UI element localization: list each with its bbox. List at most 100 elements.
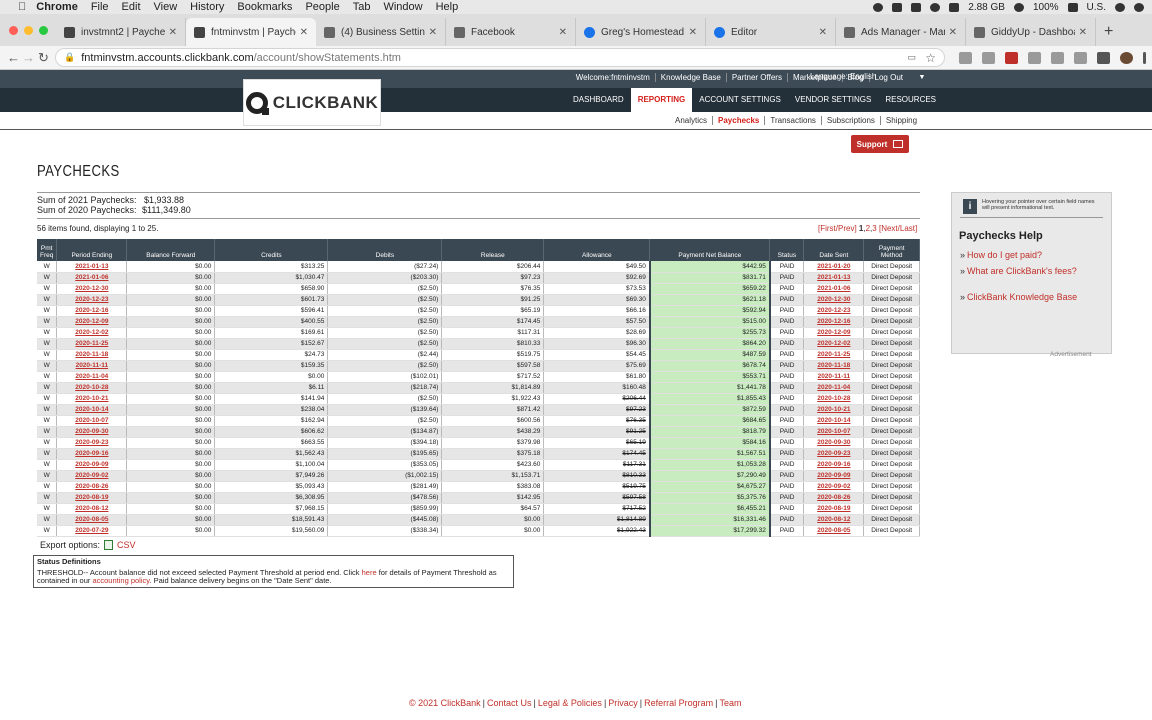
- cell-date-sent[interactable]: 2020-10-28: [803, 393, 865, 405]
- pager-next-last[interactable]: [Next/Last]: [879, 224, 917, 233]
- menu-help[interactable]: Help: [436, 1, 459, 13]
- spotlight-icon[interactable]: [1134, 2, 1144, 12]
- cell-period-ending[interactable]: 2021-01-13: [56, 261, 128, 273]
- cell-date-sent[interactable]: 2020-10-21: [803, 404, 865, 416]
- cell-date-sent[interactable]: 2020-12-23: [803, 305, 865, 317]
- menu-view[interactable]: View: [154, 1, 178, 13]
- pager-first-prev[interactable]: [First/Prev]: [818, 224, 857, 233]
- close-tab-icon[interactable]: ✕: [429, 27, 437, 38]
- cell-date-sent[interactable]: 2020-10-07: [803, 426, 865, 438]
- close-tab-icon[interactable]: ✕: [689, 27, 697, 38]
- browser-tab[interactable]: Greg's Homestead ✕: [576, 18, 706, 46]
- cell-date-sent[interactable]: 2020-09-30: [803, 437, 865, 449]
- extension-icon[interactable]: [982, 51, 995, 64]
- cell-period-ending[interactable]: 2020-08-05: [56, 514, 128, 526]
- col-debits[interactable]: Debits: [327, 239, 443, 261]
- close-tab-icon[interactable]: ✕: [300, 27, 308, 38]
- cell-date-sent[interactable]: 2020-09-23: [803, 448, 865, 460]
- wifi-icon[interactable]: [1013, 2, 1024, 12]
- cell-date-sent[interactable]: 2020-10-14: [803, 415, 865, 427]
- pager-page-3[interactable]: 3: [872, 224, 876, 233]
- help-link-get-paid[interactable]: » How do I get paid?: [960, 250, 1111, 260]
- close-window-icon[interactable]: [9, 26, 18, 35]
- new-tab-button[interactable]: +: [1104, 18, 1113, 46]
- nav-dashboard[interactable]: DASHBOARD: [566, 88, 631, 112]
- cell-date-sent[interactable]: 2020-12-30: [803, 294, 865, 306]
- cell-period-ending[interactable]: 2020-09-30: [56, 426, 128, 438]
- col-payment-method[interactable]: Payment Method: [863, 239, 920, 261]
- menu-app[interactable]: Chrome: [36, 1, 78, 13]
- browser-tab[interactable]: Ads Manager - Manage ✕: [836, 18, 966, 46]
- cell-date-sent[interactable]: 2020-11-25: [803, 349, 865, 361]
- clickbank-logo[interactable]: CLICKBANK: [243, 79, 381, 126]
- battery-readout[interactable]: 100%: [1033, 2, 1059, 13]
- extension-icon[interactable]: [1005, 51, 1018, 64]
- cell-period-ending[interactable]: 2020-08-19: [56, 492, 128, 504]
- top-nav-knowledge-base[interactable]: Knowledge Base: [656, 73, 727, 82]
- subnav-paychecks[interactable]: Paychecks: [713, 116, 766, 125]
- memory-readout[interactable]: 2.88 GB: [968, 2, 1005, 13]
- cell-date-sent[interactable]: 2021-01-06: [803, 283, 865, 295]
- status-icon[interactable]: [892, 2, 903, 12]
- cell-period-ending[interactable]: 2020-10-21: [56, 393, 128, 405]
- cell-period-ending[interactable]: 2020-09-09: [56, 459, 128, 471]
- col-period-ending[interactable]: Period Ending: [56, 239, 128, 261]
- browser-tab[interactable]: fntminvstm | Paychecks ✕: [186, 18, 316, 46]
- close-tab-icon[interactable]: ✕: [819, 27, 827, 38]
- subnav-transactions[interactable]: Transactions: [765, 116, 822, 125]
- cell-period-ending[interactable]: 2020-10-07: [56, 415, 128, 427]
- col-net-balance[interactable]: Payment Net Balance: [649, 239, 771, 261]
- apple-icon[interactable]: : [18, 1, 26, 13]
- language-select[interactable]: Language: English ▼: [810, 72, 925, 81]
- back-icon[interactable]: ←: [6, 50, 21, 65]
- cell-date-sent[interactable]: 2020-09-02: [803, 481, 865, 493]
- browser-tab[interactable]: invstmnt2 | Paychecks ✕: [56, 18, 186, 46]
- cell-date-sent[interactable]: 2020-11-18: [803, 360, 865, 372]
- export-csv-link[interactable]: CSV: [117, 540, 136, 550]
- url-bar[interactable]: 🔒 fntminvstm.accounts.clickbank.com/acco…: [55, 48, 945, 67]
- status-icon[interactable]: [930, 2, 941, 12]
- cell-date-sent[interactable]: 2020-12-09: [803, 327, 865, 339]
- cell-date-sent[interactable]: 2020-08-05: [803, 525, 865, 537]
- cell-period-ending[interactable]: 2020-11-04: [56, 371, 128, 383]
- extension-icon[interactable]: [1051, 51, 1064, 64]
- forward-icon[interactable]: →: [21, 50, 36, 65]
- cell-period-ending[interactable]: 2020-08-12: [56, 503, 128, 515]
- menu-people[interactable]: People: [305, 1, 339, 13]
- cell-period-ending[interactable]: 2021-01-06: [56, 272, 128, 284]
- user-icon[interactable]: [1115, 2, 1125, 12]
- menu-tab[interactable]: Tab: [353, 1, 371, 13]
- bookmark-star-icon[interactable]: ☆: [925, 51, 936, 65]
- close-tab-icon[interactable]: ✕: [949, 27, 957, 38]
- memory-icon[interactable]: [949, 2, 960, 12]
- help-link-fees[interactable]: » What are ClickBank's fees?: [960, 266, 1111, 276]
- cell-period-ending[interactable]: 2020-11-25: [56, 338, 128, 350]
- browser-tab[interactable]: (4) Business Settings ✕: [316, 18, 446, 46]
- chrome-menu-icon[interactable]: [1143, 51, 1146, 64]
- status-icon[interactable]: [911, 2, 922, 12]
- cell-period-ending[interactable]: 2020-09-23: [56, 437, 128, 449]
- extension-icon[interactable]: [1028, 51, 1041, 64]
- close-tab-icon[interactable]: ✕: [169, 27, 177, 38]
- locale-readout[interactable]: U.S.: [1087, 2, 1106, 13]
- footer-privacy[interactable]: Privacy: [608, 698, 638, 708]
- footer-copyright[interactable]: © 2021 ClickBank: [409, 698, 481, 708]
- browser-tab[interactable]: GiddyUp - Dashboard ✕: [966, 18, 1096, 46]
- cell-date-sent[interactable]: 2021-01-20: [803, 261, 865, 273]
- cell-period-ending[interactable]: 2020-08-26: [56, 481, 128, 493]
- threshold-here-link[interactable]: here: [362, 568, 377, 577]
- cell-date-sent[interactable]: 2020-08-19: [803, 503, 865, 515]
- pager-page-2[interactable]: 2: [866, 224, 870, 233]
- cell-period-ending[interactable]: 2020-12-23: [56, 294, 128, 306]
- subnav-shipping[interactable]: Shipping: [881, 116, 922, 125]
- nav-resources[interactable]: RESOURCES: [878, 88, 943, 112]
- cell-date-sent[interactable]: 2020-12-16: [803, 316, 865, 328]
- cell-date-sent[interactable]: 2020-09-09: [803, 470, 865, 482]
- footer-contact[interactable]: Contact Us: [487, 698, 532, 708]
- cell-period-ending[interactable]: 2020-07-29: [56, 525, 128, 537]
- cell-date-sent[interactable]: 2020-12-02: [803, 338, 865, 350]
- cell-period-ending[interactable]: 2020-09-02: [56, 470, 128, 482]
- cell-date-sent[interactable]: 2020-11-11: [803, 371, 865, 383]
- cell-period-ending[interactable]: 2020-12-16: [56, 305, 128, 317]
- cell-period-ending[interactable]: 2020-12-02: [56, 327, 128, 339]
